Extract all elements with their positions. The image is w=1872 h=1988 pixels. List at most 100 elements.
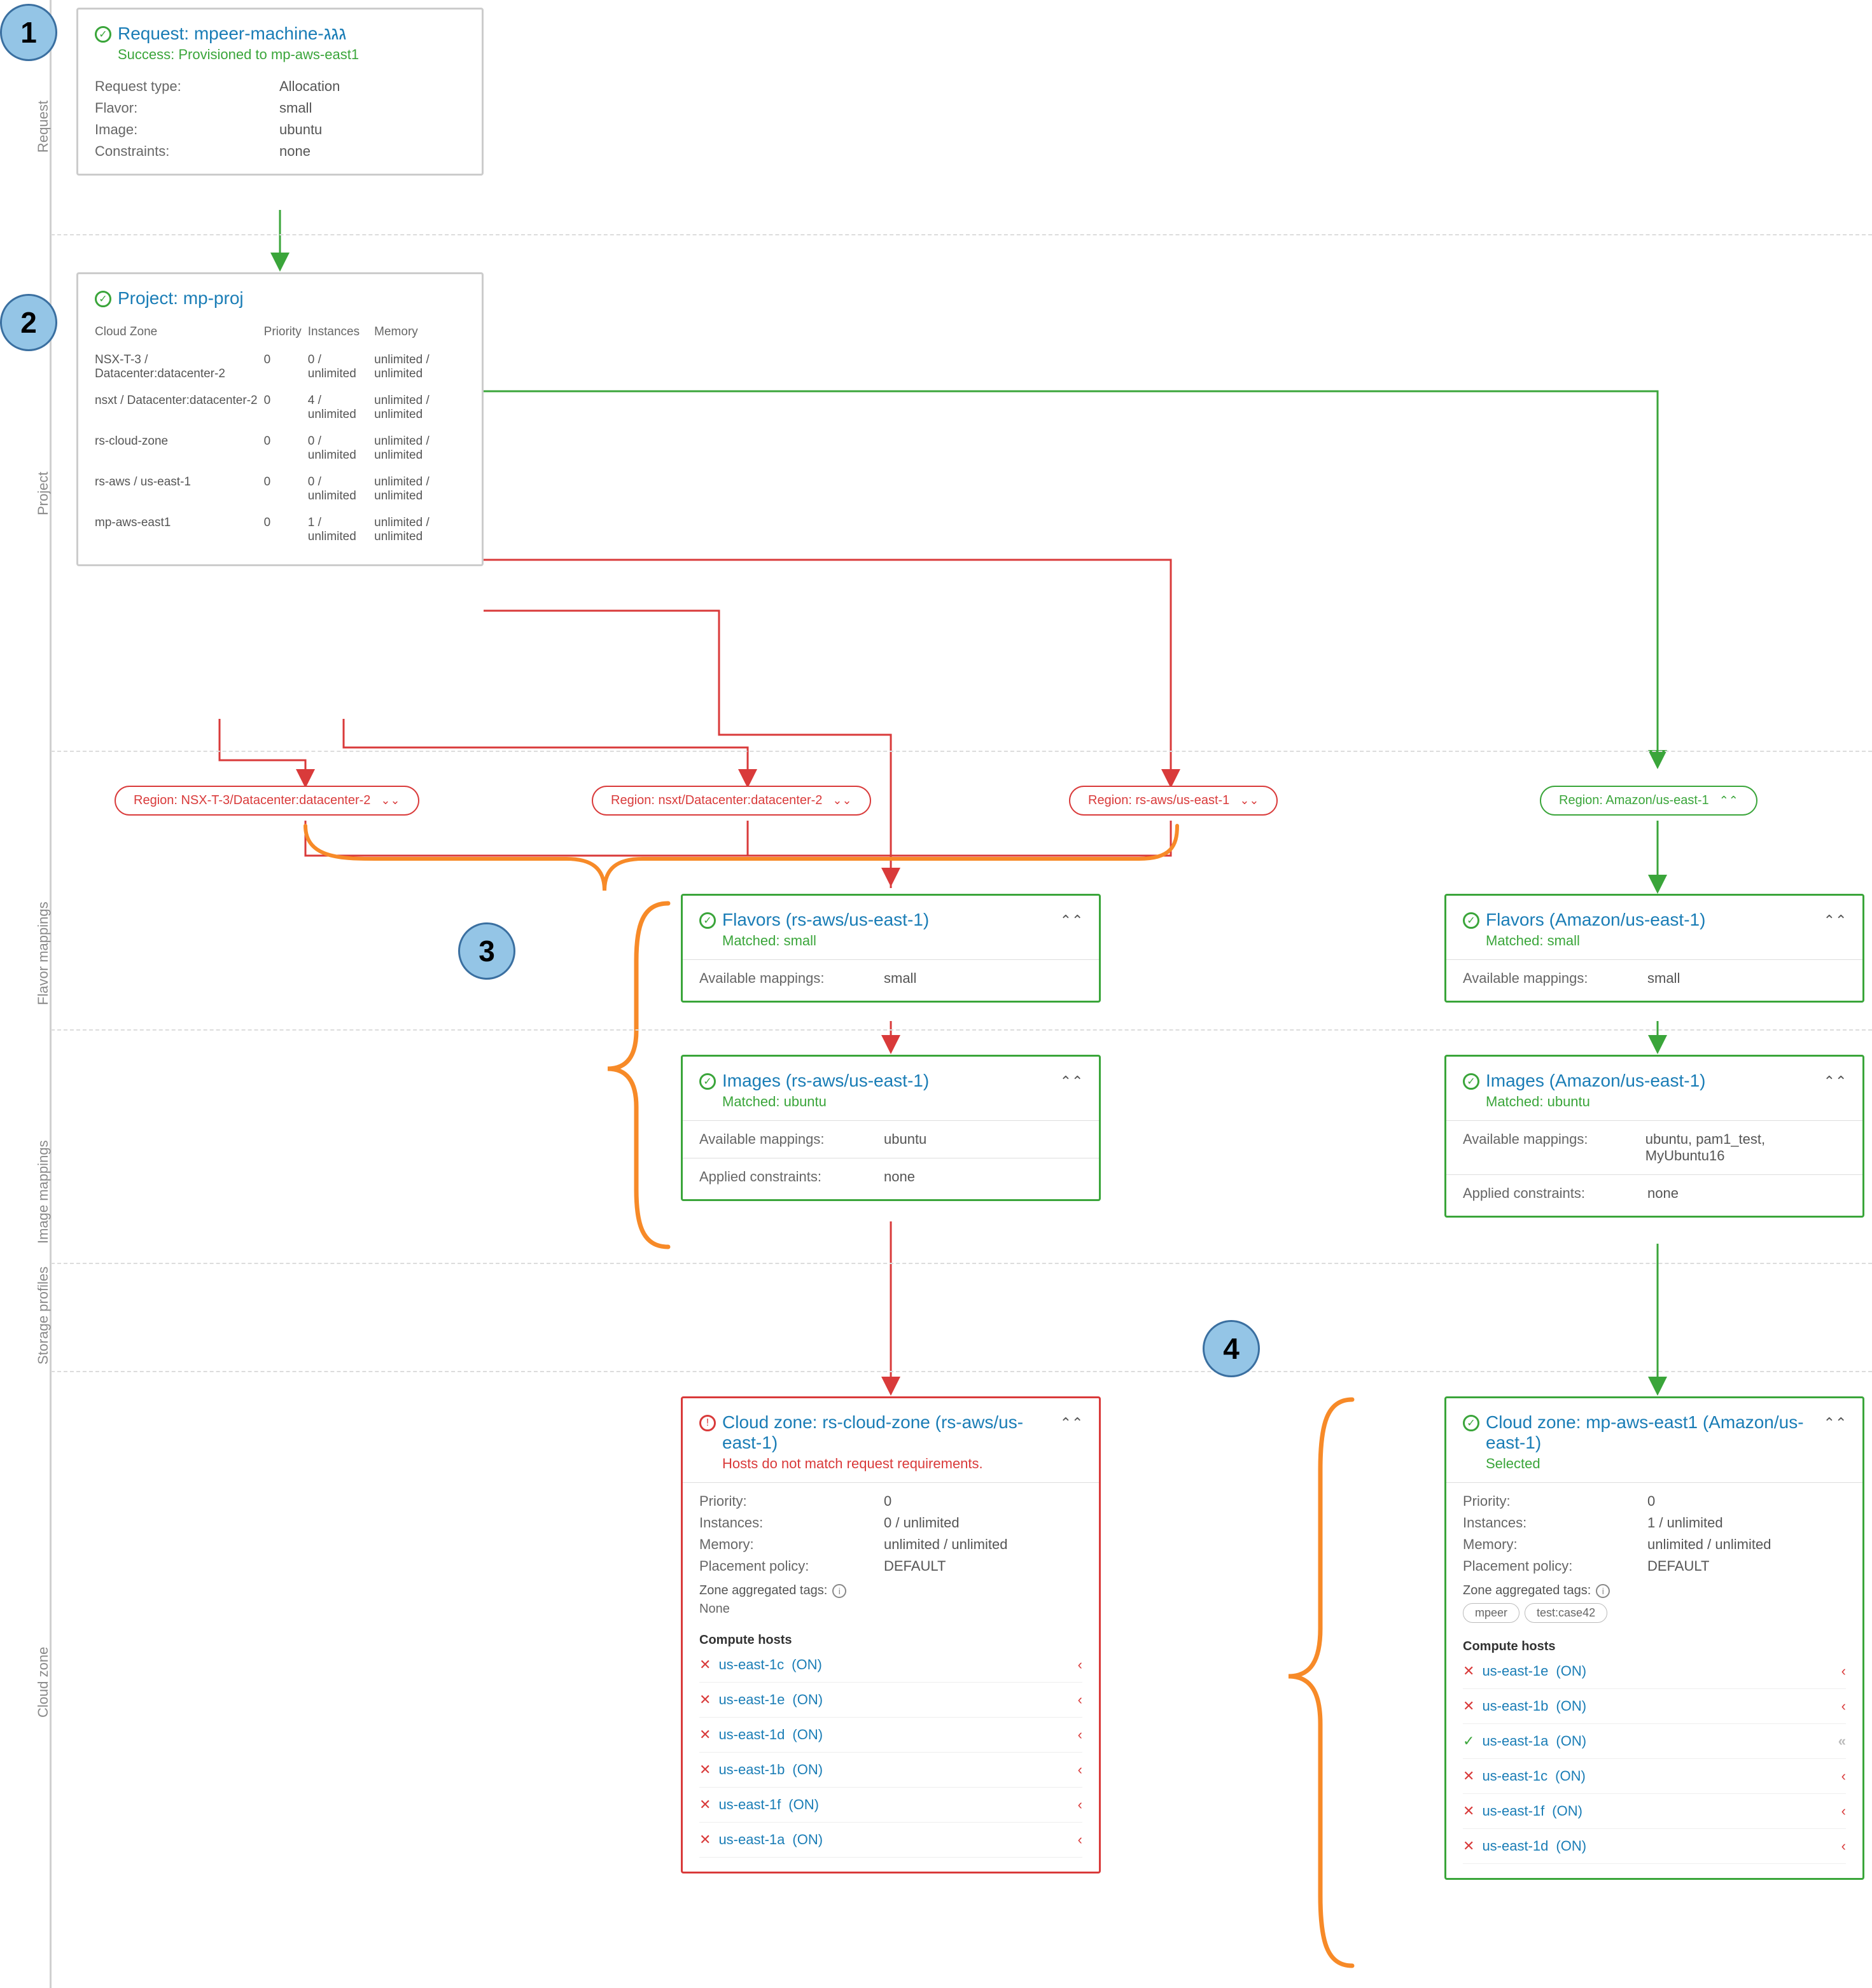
chevron-left-icon[interactable]: ‹ — [1078, 1692, 1082, 1708]
compute-host-row[interactable]: ✕us-east-1b (ON)‹ — [699, 1753, 1082, 1788]
images-a-sub: Matched: ubuntu — [722, 1094, 929, 1110]
request-status: Success: Provisioned to mp-aws-east1 — [118, 46, 359, 63]
compute-host-row[interactable]: ✕us-east-1e (ON)‹ — [1463, 1654, 1846, 1689]
chevron-left-icon[interactable]: « — [1838, 1733, 1846, 1749]
x-icon: ✕ — [1463, 1768, 1474, 1784]
cell: mp-aws-east1 — [95, 510, 264, 550]
x-icon: ✕ — [699, 1727, 711, 1743]
images-b-title: Images (Amazon/us-east-1) — [1486, 1071, 1705, 1091]
compute-host-row[interactable]: ✕us-east-1b (ON)‹ — [1463, 1689, 1846, 1724]
region-pill-4[interactable]: Region: Amazon/us-east-1 ⌃⌃ — [1540, 786, 1757, 816]
region-pill-1[interactable]: Region: NSX-T-3/Datacenter:datacenter-2 … — [115, 786, 419, 816]
chevron-left-icon[interactable]: ‹ — [1078, 1762, 1082, 1778]
cell: rs-cloud-zone — [95, 428, 264, 469]
region-pill-2[interactable]: Region: nsxt/Datacenter:datacenter-2 ⌄⌄ — [592, 786, 871, 816]
collapse-icon[interactable]: ⌃⌃ — [1824, 910, 1846, 931]
chevron-left-icon[interactable]: ‹ — [1078, 1832, 1082, 1848]
chevron-left-icon[interactable]: ‹ — [1078, 1727, 1082, 1743]
collapse-icon[interactable]: ⌃⌃ — [1824, 1412, 1846, 1434]
host-name: us-east-1a — [718, 1832, 785, 1848]
chevron-up-icon: ⌃⌃ — [1719, 794, 1738, 807]
cell: 4 / unlimited — [308, 387, 374, 428]
rail-label-storage: Storage profiles — [35, 1267, 52, 1365]
label: Placement policy: — [1463, 1558, 1628, 1574]
region-pill-3[interactable]: Region: rs-aws/us-east-1 ⌄⌄ — [1069, 786, 1278, 816]
value: small — [1647, 970, 1680, 987]
cloud-zone-card-a: ! Cloud zone: rs-cloud-zone (rs-aws/us-e… — [681, 1396, 1101, 1873]
collapse-icon[interactable]: ⌃⌃ — [1061, 910, 1082, 931]
host-name: us-east-1e — [718, 1692, 785, 1708]
flavaors-title Altitle: Flavors (rs-aws/us-east-1) — [722, 910, 929, 930]
compute-host-row[interactable]: ✕us-east-1c (ON)‹ — [1463, 1759, 1846, 1794]
host-state: (ON) — [792, 1832, 823, 1848]
host-name: us-east-1f — [718, 1797, 781, 1813]
x-icon: ✕ — [699, 1657, 711, 1673]
value: ubuntu — [279, 122, 322, 138]
callout-3: 3 — [458, 922, 515, 980]
zone-b-title: Cloud zone: mp-aws-east1 (Amazon/us-east… — [1486, 1412, 1824, 1453]
label: Memory: — [1463, 1536, 1628, 1553]
host-state: (ON) — [1556, 1698, 1586, 1714]
check-circle-icon: ✓ — [95, 26, 111, 43]
cell: unlimited / unlimited — [374, 510, 465, 550]
value: small — [884, 970, 916, 987]
compute-host-row[interactable]: ✕ us-east-1a (ON) ‹ — [699, 1823, 1082, 1858]
label: Available mappings: — [699, 1131, 865, 1148]
collapse-icon[interactable]: ⌃⌃ — [1824, 1071, 1846, 1092]
flavors-card-a: ✓ Flavors (rs-aws/us-east-1) Matched: sm… — [681, 894, 1101, 1003]
check-circle-icon: ✓ — [1463, 1073, 1479, 1090]
host-name: us-east-1c — [1482, 1768, 1547, 1784]
cell: 0 / unlimited — [308, 428, 374, 469]
tag: test:case42 — [1525, 1603, 1607, 1623]
chevron-left-icon[interactable]: ‹ — [1841, 1838, 1846, 1854]
request-title: Request: mpeer-machine-גגג — [118, 24, 359, 44]
region-label: Region: rs-aws/us-east-1 — [1088, 793, 1229, 808]
x-icon: ✕ — [699, 1832, 711, 1848]
col-instances: Instances — [308, 320, 374, 347]
tags-label: Zone aggregated tags: — [1463, 1583, 1591, 1598]
info-icon[interactable]: i — [1596, 1584, 1610, 1598]
table-row: NSX-T-3 / Datacenter:datacenter-200 / un… — [95, 347, 465, 387]
host-name: us-east-1d — [718, 1727, 785, 1743]
check-circle-icon: ✓ — [95, 291, 111, 307]
compute-host-row[interactable]: ✓us-east-1a (ON)« — [1463, 1724, 1846, 1759]
x-icon: ✕ — [1463, 1838, 1474, 1854]
label: Memory: — [699, 1536, 865, 1553]
compute-host-row[interactable]: ✕us-east-1e (ON)‹ — [699, 1683, 1082, 1718]
compute-host-row[interactable]: ✕us-east-1f (ON)‹ — [1463, 1794, 1846, 1829]
zone-b-sub: Selected — [1486, 1456, 1824, 1472]
chevron-left-icon[interactable]: ‹ — [1841, 1698, 1846, 1714]
x-icon: ✕ — [699, 1797, 711, 1813]
col-priority: Priority — [264, 320, 308, 347]
label: Placement policy: — [699, 1558, 865, 1574]
value: DEFAULT — [1647, 1558, 1709, 1574]
compute-host-row[interactable]: ✕us-east-1d (ON)‹ — [1463, 1829, 1846, 1864]
collapse-icon[interactable]: ⌃⌃ — [1061, 1412, 1082, 1434]
cell: unlimited / unlimited — [374, 347, 465, 387]
compute-host-row[interactable]: ✕us-east-1d (ON)‹ — [699, 1718, 1082, 1753]
host-name: us-east-1e — [1482, 1663, 1548, 1679]
collapse-icon[interactable]: ⌃⌃ — [1061, 1071, 1082, 1092]
flavors-b-sub: Matched: small — [1486, 933, 1705, 949]
images-b-sub: Matched: ubuntu — [1486, 1094, 1705, 1110]
value: ubuntu — [884, 1131, 926, 1148]
rail-label-request: Request — [35, 101, 52, 153]
chevron-left-icon[interactable]: ‹ — [1841, 1663, 1846, 1679]
rail-label-flavor: Flavor mappings — [35, 901, 52, 1005]
info-icon[interactable]: i — [832, 1584, 846, 1598]
label: Applied constraints: — [699, 1169, 865, 1185]
compute-host-row[interactable]: ✕us-east-1c (ON)‹ — [699, 1648, 1082, 1683]
request-card: ✓ Request: mpeer-machine-גגג Success: Pr… — [76, 8, 484, 176]
chevron-left-icon[interactable]: ‹ — [1841, 1768, 1846, 1784]
chevron-left-icon[interactable]: ‹ — [1078, 1657, 1082, 1673]
label: Available mappings: — [1463, 970, 1628, 987]
chevron-left-icon[interactable]: ‹ — [1078, 1797, 1082, 1813]
value: 1 / unlimited — [1647, 1515, 1723, 1531]
host-name: us-east-1b — [718, 1762, 785, 1778]
tags-none: None — [699, 1602, 1082, 1616]
compute-host-row[interactable]: ✕us-east-1f (ON)‹ — [699, 1788, 1082, 1823]
host-name: us-east-1d — [1482, 1838, 1548, 1854]
cell: unlimited / unlimited — [374, 469, 465, 510]
chevron-down-icon: ⌄⌄ — [381, 794, 400, 807]
chevron-left-icon[interactable]: ‹ — [1841, 1803, 1846, 1819]
